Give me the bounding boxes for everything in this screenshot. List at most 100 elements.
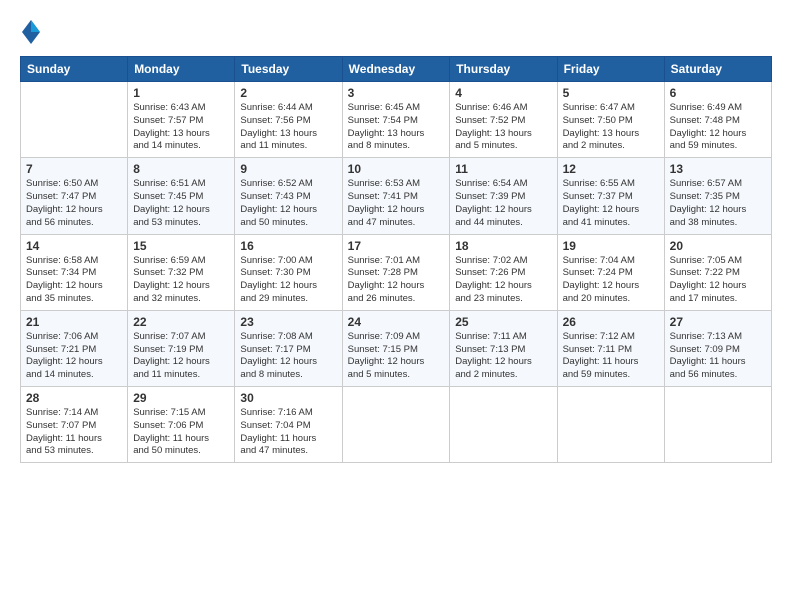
day-number: 21 xyxy=(26,315,122,329)
day-number: 18 xyxy=(455,239,551,253)
calendar-cell: 8 Sunrise: 6:51 AM Sunset: 7:45 PM Daylig… xyxy=(128,158,235,234)
week-row-0: 1 Sunrise: 6:43 AM Sunset: 7:57 PM Daylig… xyxy=(21,82,772,158)
calendar-cell: 16Sunrise: 7:00 AM Sunset: 7:30 PM Dayli… xyxy=(235,234,342,310)
calendar-cell: 26 Sunrise: 7:12 AM Sunset: 7:11 PM Dayli… xyxy=(557,310,664,386)
day-number: 1 xyxy=(133,86,229,100)
calendar-cell xyxy=(342,387,450,463)
cell-info: Sunrise: 6:55 AM Sunset: 7:37 PM Dayligh… xyxy=(563,178,659,229)
day-number: 25 xyxy=(455,315,551,329)
cell-info: Sunrise: 7:09 AM Sunset: 7:15 PM Dayligh… xyxy=(348,331,445,382)
cell-info: Sunrise: 7:08 AM Sunset: 7:17 PM Dayligh… xyxy=(240,331,336,382)
cell-info: Sunrise: 7:14 AM Sunset: 7:07 PM Dayligh… xyxy=(26,407,122,458)
logo-icon xyxy=(20,18,42,46)
cell-info: Sunrise: 7:01 AM Sunset: 7:28 PM Dayligh… xyxy=(348,255,445,306)
logo xyxy=(20,18,46,46)
day-number: 15 xyxy=(133,239,229,253)
cell-info: Sunrise: 7:06 AM Sunset: 7:21 PM Dayligh… xyxy=(26,331,122,382)
day-number: 29 xyxy=(133,391,229,405)
cell-info: Sunrise: 6:47 AM Sunset: 7:50 PM Dayligh… xyxy=(563,102,659,153)
week-row-1: 7 Sunrise: 6:50 AM Sunset: 7:47 PM Daylig… xyxy=(21,158,772,234)
col-header-saturday: Saturday xyxy=(664,57,771,82)
day-number: 28 xyxy=(26,391,122,405)
week-row-4: 28 Sunrise: 7:14 AM Sunset: 7:07 PM Dayli… xyxy=(21,387,772,463)
cell-info: Sunrise: 6:45 AM Sunset: 7:54 PM Dayligh… xyxy=(348,102,445,153)
day-number: 2 xyxy=(240,86,336,100)
cell-info: Sunrise: 6:53 AM Sunset: 7:41 PM Dayligh… xyxy=(348,178,445,229)
calendar-cell: 9 Sunrise: 6:52 AM Sunset: 7:43 PM Daylig… xyxy=(235,158,342,234)
calendar-cell xyxy=(557,387,664,463)
calendar-cell: 30 Sunrise: 7:16 AM Sunset: 7:04 PM Dayli… xyxy=(235,387,342,463)
day-number: 9 xyxy=(240,162,336,176)
calendar-cell: 5 Sunrise: 6:47 AM Sunset: 7:50 PM Daylig… xyxy=(557,82,664,158)
calendar-cell: 29 Sunrise: 7:15 AM Sunset: 7:06 PM Dayli… xyxy=(128,387,235,463)
cell-info: Sunrise: 6:43 AM Sunset: 7:57 PM Dayligh… xyxy=(133,102,229,153)
cell-info: Sunrise: 6:51 AM Sunset: 7:45 PM Dayligh… xyxy=(133,178,229,229)
col-header-wednesday: Wednesday xyxy=(342,57,450,82)
day-number: 12 xyxy=(563,162,659,176)
day-number: 4 xyxy=(455,86,551,100)
col-header-sunday: Sunday xyxy=(21,57,128,82)
calendar-cell: 1 Sunrise: 6:43 AM Sunset: 7:57 PM Daylig… xyxy=(128,82,235,158)
cell-info: Sunrise: 7:13 AM Sunset: 7:09 PM Dayligh… xyxy=(670,331,766,382)
day-number: 26 xyxy=(563,315,659,329)
cell-info: Sunrise: 7:12 AM Sunset: 7:11 PM Dayligh… xyxy=(563,331,659,382)
day-number: 22 xyxy=(133,315,229,329)
cell-info: Sunrise: 6:58 AM Sunset: 7:34 PM Dayligh… xyxy=(26,255,122,306)
calendar-cell: 21 Sunrise: 7:06 AM Sunset: 7:21 PM Dayli… xyxy=(21,310,128,386)
header xyxy=(20,18,772,46)
day-number: 6 xyxy=(670,86,766,100)
col-header-thursday: Thursday xyxy=(450,57,557,82)
page: SundayMondayTuesdayWednesdayThursdayFrid… xyxy=(0,0,792,612)
cell-info: Sunrise: 6:57 AM Sunset: 7:35 PM Dayligh… xyxy=(670,178,766,229)
day-number: 8 xyxy=(133,162,229,176)
calendar-cell: 17 Sunrise: 7:01 AM Sunset: 7:28 PM Dayli… xyxy=(342,234,450,310)
cell-info: Sunrise: 7:11 AM Sunset: 7:13 PM Dayligh… xyxy=(455,331,551,382)
cell-info: Sunrise: 7:02 AM Sunset: 7:26 PM Dayligh… xyxy=(455,255,551,306)
day-number: 13 xyxy=(670,162,766,176)
calendar-cell: 19 Sunrise: 7:04 AM Sunset: 7:24 PM Dayli… xyxy=(557,234,664,310)
day-number: 14 xyxy=(26,239,122,253)
cell-info: Sunrise: 6:44 AM Sunset: 7:56 PM Dayligh… xyxy=(240,102,336,153)
calendar-cell: 7 Sunrise: 6:50 AM Sunset: 7:47 PM Daylig… xyxy=(21,158,128,234)
calendar-cell: 20 Sunrise: 7:05 AM Sunset: 7:22 PM Dayli… xyxy=(664,234,771,310)
calendar-table: SundayMondayTuesdayWednesdayThursdayFrid… xyxy=(20,56,772,463)
calendar-cell: 11 Sunrise: 6:54 AM Sunset: 7:39 PM Dayli… xyxy=(450,158,557,234)
col-header-friday: Friday xyxy=(557,57,664,82)
calendar-cell: 12 Sunrise: 6:55 AM Sunset: 7:37 PM Dayli… xyxy=(557,158,664,234)
day-number: 20 xyxy=(670,239,766,253)
cell-info: Sunrise: 7:05 AM Sunset: 7:22 PM Dayligh… xyxy=(670,255,766,306)
cell-info: Sunrise: 7:15 AM Sunset: 7:06 PM Dayligh… xyxy=(133,407,229,458)
calendar-cell: 27Sunrise: 7:13 AM Sunset: 7:09 PM Dayli… xyxy=(664,310,771,386)
calendar-cell: 18 Sunrise: 7:02 AM Sunset: 7:26 PM Dayli… xyxy=(450,234,557,310)
day-number: 5 xyxy=(563,86,659,100)
col-header-monday: Monday xyxy=(128,57,235,82)
calendar-cell: 6 Sunrise: 6:49 AM Sunset: 7:48 PM Daylig… xyxy=(664,82,771,158)
calendar-cell xyxy=(450,387,557,463)
week-row-3: 21 Sunrise: 7:06 AM Sunset: 7:21 PM Dayli… xyxy=(21,310,772,386)
calendar-cell: 22 Sunrise: 7:07 AM Sunset: 7:19 PM Dayli… xyxy=(128,310,235,386)
header-row: SundayMondayTuesdayWednesdayThursdayFrid… xyxy=(21,57,772,82)
day-number: 24 xyxy=(348,315,445,329)
day-number: 3 xyxy=(348,86,445,100)
calendar-cell: 4Sunrise: 6:46 AM Sunset: 7:52 PM Daylig… xyxy=(450,82,557,158)
day-number: 10 xyxy=(348,162,445,176)
day-number: 30 xyxy=(240,391,336,405)
calendar-cell xyxy=(664,387,771,463)
cell-info: Sunrise: 7:04 AM Sunset: 7:24 PM Dayligh… xyxy=(563,255,659,306)
day-number: 11 xyxy=(455,162,551,176)
day-number: 7 xyxy=(26,162,122,176)
cell-info: Sunrise: 7:16 AM Sunset: 7:04 PM Dayligh… xyxy=(240,407,336,458)
cell-info: Sunrise: 6:50 AM Sunset: 7:47 PM Dayligh… xyxy=(26,178,122,229)
cell-info: Sunrise: 6:54 AM Sunset: 7:39 PM Dayligh… xyxy=(455,178,551,229)
calendar-cell: 24 Sunrise: 7:09 AM Sunset: 7:15 PM Dayli… xyxy=(342,310,450,386)
col-header-tuesday: Tuesday xyxy=(235,57,342,82)
calendar-cell: 10 Sunrise: 6:53 AM Sunset: 7:41 PM Dayli… xyxy=(342,158,450,234)
calendar-cell: 23Sunrise: 7:08 AM Sunset: 7:17 PM Dayli… xyxy=(235,310,342,386)
cell-info: Sunrise: 6:59 AM Sunset: 7:32 PM Dayligh… xyxy=(133,255,229,306)
cell-info: Sunrise: 7:07 AM Sunset: 7:19 PM Dayligh… xyxy=(133,331,229,382)
day-number: 17 xyxy=(348,239,445,253)
day-number: 19 xyxy=(563,239,659,253)
cell-info: Sunrise: 6:49 AM Sunset: 7:48 PM Dayligh… xyxy=(670,102,766,153)
cell-info: Sunrise: 6:52 AM Sunset: 7:43 PM Dayligh… xyxy=(240,178,336,229)
day-number: 16 xyxy=(240,239,336,253)
